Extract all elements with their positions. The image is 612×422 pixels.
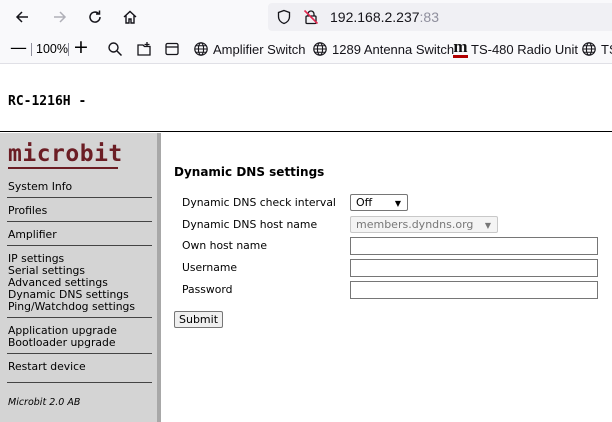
reload-icon [89, 10, 101, 23]
screenshot-icon[interactable] [136, 41, 152, 57]
footer-text: Microbit 2.0 AB [8, 397, 81, 408]
divider [68, 43, 69, 56]
microbit-logo-icon: m [453, 37, 468, 56]
search-icon[interactable] [107, 41, 123, 57]
browser-toolbar: 192.168.2.237:83 [0, 0, 612, 34]
form-row-host-name: Dynamic DNS host name members.dyndns.org… [182, 216, 612, 234]
globe-icon [582, 42, 596, 56]
field-label: Dynamic DNS check interval [182, 196, 336, 209]
arrow-right-icon [54, 11, 67, 23]
bookmark-label: Amplifier Switch [213, 41, 306, 57]
menu-group-settings: IP settings Serial settings Advanced set… [0, 253, 157, 313]
microbit-logo: microbit [8, 141, 123, 167]
divider [7, 382, 152, 383]
zoom-out-button[interactable]: — [10, 40, 27, 57]
menu-system-info[interactable]: System Info [0, 181, 157, 193]
menu-amplifier[interactable]: Amplifier [0, 229, 157, 241]
chevron-down-icon: ▼ [484, 221, 491, 230]
menu-ping-watchdog-settings[interactable]: Ping/Watchdog settings [0, 301, 157, 313]
page-header: RC-1216H - [0, 64, 612, 132]
menu-restart-device[interactable]: Restart device [0, 361, 157, 373]
bookmark-ts480-radio-unit[interactable]: m TS-480 Radio Unit [453, 34, 578, 64]
username-input[interactable] [350, 259, 598, 277]
select-value: members.dyndns.org [356, 218, 474, 231]
home-button[interactable] [117, 4, 143, 30]
form-row-check-interval: Dynamic DNS check interval Off ▼ [182, 194, 612, 212]
forward-button[interactable] [47, 4, 73, 30]
menu-group-info: System Info [0, 181, 157, 193]
reload-button[interactable] [82, 4, 108, 30]
url-text: 192.168.2.237:83 [330, 9, 439, 25]
divider [31, 43, 32, 56]
bookmark-label: TS-480 Radio Unit [471, 41, 578, 57]
back-button[interactable] [9, 4, 35, 30]
divider [7, 245, 152, 246]
chevron-down-icon: ▼ [394, 199, 401, 208]
bookmark-antenna-switch[interactable]: 1289 Antenna Switch [312, 34, 454, 64]
bookmark-amplifier-switch[interactable]: Amplifier Switch [193, 34, 305, 64]
divider [7, 221, 152, 222]
url-bar[interactable]: 192.168.2.237:83 [268, 3, 612, 31]
select-value: Off [356, 196, 373, 209]
submit-button[interactable]: Submit [174, 311, 224, 328]
field-label: Own host name [182, 239, 267, 252]
form-row-own-host-name: Own host name [182, 237, 612, 255]
menu-bootloader-upgrade[interactable]: Bootloader upgrade [0, 337, 157, 349]
sidebar: microbit System Info Profiles Amplifier … [0, 133, 161, 422]
bookmark-label: 1289 Antenna Switch [332, 41, 455, 57]
field-label: Dynamic DNS host name [182, 218, 318, 231]
main-content: Dynamic DNS settings Dynamic DNS check i… [165, 133, 612, 422]
sidebar-icon[interactable] [164, 41, 180, 57]
page-title: RC-1216H - [8, 94, 87, 109]
bookmark-label: TS [601, 41, 612, 57]
section-title: Dynamic DNS settings [174, 165, 325, 179]
divider [7, 197, 152, 198]
menu-group-amplifier: Amplifier [0, 229, 157, 241]
bookmarks-toolbar: — 100% + Amplifier Switch 1289 Antenna S… [0, 34, 612, 64]
password-input[interactable] [350, 281, 598, 299]
zoom-in-button[interactable]: + [73, 38, 89, 57]
form-row-username: Username [182, 259, 612, 277]
menu-group-profiles: Profiles [0, 205, 157, 217]
divider [7, 317, 152, 318]
globe-icon [313, 42, 327, 56]
insecure-lock-icon[interactable] [303, 9, 319, 25]
divider [7, 353, 152, 354]
globe-icon [194, 42, 208, 56]
home-icon [123, 10, 137, 24]
check-interval-select[interactable]: Off ▼ [350, 194, 408, 211]
menu-profiles[interactable]: Profiles [0, 205, 157, 217]
logo-underline [8, 167, 118, 169]
form-row-password: Password [182, 281, 612, 299]
own-host-name-input[interactable] [350, 237, 598, 255]
shield-icon[interactable] [276, 9, 292, 25]
zoom-level[interactable]: 100% [36, 42, 68, 56]
dns-host-name-select: members.dyndns.org ▼ [350, 216, 498, 233]
bookmark-ts[interactable]: TS [581, 34, 612, 64]
arrow-left-icon [15, 11, 28, 23]
field-label: Username [182, 261, 238, 274]
field-label: Password [182, 283, 233, 296]
menu-group-upgrade: Application upgrade Bootloader upgrade [0, 325, 157, 349]
menu-group-restart: Restart device [0, 361, 157, 373]
